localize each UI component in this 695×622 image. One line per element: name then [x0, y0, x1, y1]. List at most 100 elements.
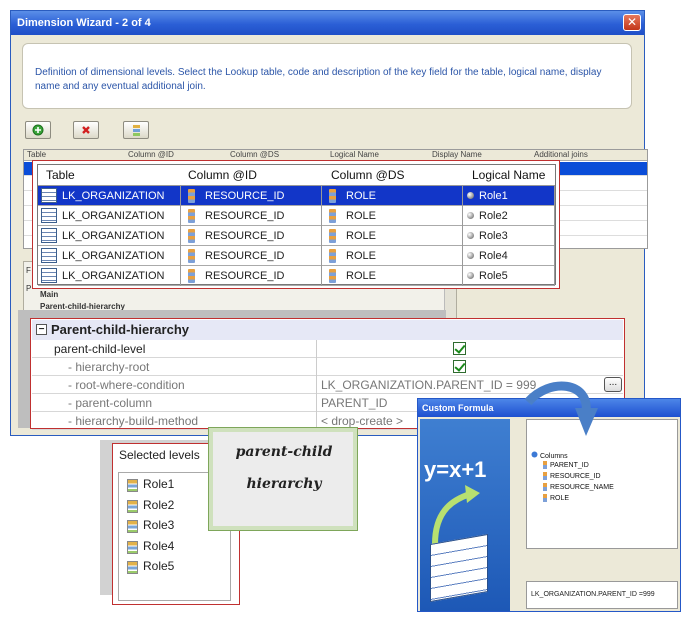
column-divider	[316, 358, 317, 376]
cell-text: Role3	[479, 230, 508, 242]
tab-label-p: P	[26, 284, 32, 293]
hierarchy-title: Parent-child-hierarchy	[51, 322, 189, 337]
table-cell-ds[interactable]: ROLE	[322, 226, 463, 246]
main-group[interactable]: Main	[40, 290, 58, 299]
property-label: parent-child-level	[54, 342, 146, 356]
table-cell-logical[interactable]: Role2	[463, 206, 555, 226]
cell-text: ROLE	[346, 270, 376, 282]
property-value[interactable]: PARENT_ID	[321, 394, 387, 412]
level-dot-icon	[467, 252, 474, 259]
tree-root[interactable]: Columns	[531, 451, 568, 460]
bg-header-joins: Additional joins	[534, 150, 588, 159]
table-cell-id[interactable]: RESOURCE_ID	[181, 246, 322, 266]
table-cell-ds[interactable]: ROLE	[322, 186, 463, 206]
formula-expression[interactable]: LK_ORGANIZATION.PARENT_ID =999	[526, 581, 678, 609]
cell-text: RESOURCE_ID	[205, 230, 285, 242]
column-divider	[316, 376, 317, 394]
bg-header-id: Column @ID	[128, 150, 174, 159]
table-cell-ds[interactable]: ROLE	[322, 266, 463, 286]
cell-text: Role2	[479, 210, 508, 222]
tree-item-label: ROLE	[550, 494, 570, 502]
column-icon	[329, 249, 336, 263]
add-icon	[32, 124, 44, 136]
delete-icon	[82, 126, 90, 134]
table-cell-logical[interactable]: Role5	[463, 266, 555, 286]
level-icon	[127, 499, 138, 513]
table-icon	[41, 248, 57, 263]
checkbox[interactable]	[453, 342, 466, 355]
tree-item[interactable]: RESOURCE_NAME	[543, 483, 614, 491]
cell-text: Role5	[479, 270, 508, 282]
table-row[interactable]: LK_ORGANIZATION RESOURCE_ID ROLE Role4	[38, 246, 555, 266]
property-label: - root-where-condition	[68, 378, 185, 392]
table-cell-id[interactable]: RESOURCE_ID	[181, 206, 322, 226]
callout-box: parent-child hierarchy	[208, 427, 358, 531]
levels-table-zoom: Table Column @ID Column @DS Logical Name…	[32, 160, 560, 289]
table-row[interactable]: LK_ORGANIZATION RESOURCE_ID ROLE Role1	[38, 186, 555, 206]
bg-header-ds: Column @DS	[230, 150, 280, 159]
tree-item[interactable]: RESOURCE_ID	[543, 472, 601, 480]
tree-item-label: RESOURCE_NAME	[550, 483, 614, 491]
column-icon	[543, 461, 547, 469]
level-label: Role1	[143, 477, 175, 491]
table-cell-id[interactable]: RESOURCE_ID	[181, 266, 322, 286]
table-cell-id[interactable]: RESOURCE_ID	[181, 186, 322, 206]
formula-editor-button[interactable]: ...	[604, 377, 622, 392]
close-icon[interactable]: ✕	[623, 14, 641, 31]
tree-item[interactable]: ROLE	[543, 494, 569, 502]
cell-text: RESOURCE_ID	[205, 270, 285, 282]
property-label: - parent-column	[68, 396, 153, 410]
table-cell-ds[interactable]: ROLE	[322, 246, 463, 266]
cell-text: LK_ORGANIZATION	[62, 230, 165, 242]
checkbox[interactable]	[453, 360, 466, 373]
database-icon	[531, 451, 538, 458]
table-cell-ds[interactable]: ROLE	[322, 206, 463, 226]
column-icon	[188, 229, 195, 243]
levels-button[interactable]	[123, 121, 149, 139]
column-icon	[188, 209, 195, 223]
collapse-icon[interactable]: −	[36, 324, 47, 335]
cell-text: Role1	[479, 190, 508, 202]
cell-text: ROLE	[346, 190, 376, 202]
levels-icon	[133, 125, 140, 136]
cell-text: RESOURCE_ID	[205, 210, 285, 222]
property-row[interactable]: parent-child-level	[32, 340, 623, 358]
levels-table: Table Column @ID Column @DS Logical Name…	[37, 164, 556, 286]
table-icon	[41, 208, 57, 223]
add-level-button[interactable]	[25, 121, 51, 139]
cell-text: LK_ORGANIZATION	[62, 190, 165, 202]
table-cell-table[interactable]: LK_ORGANIZATION	[38, 246, 181, 266]
wizard-description: Definition of dimensional levels. Select…	[22, 43, 632, 109]
cell-text: LK_ORGANIZATION	[62, 250, 165, 262]
header-column-id: Column @ID	[188, 168, 257, 182]
cell-text: LK_ORGANIZATION	[62, 210, 165, 222]
table-cell-logical[interactable]: Role3	[463, 226, 555, 246]
formula-banner: y=x+1	[420, 419, 510, 611]
bg-header-display: Display Name	[432, 150, 482, 159]
property-value[interactable]: LK_ORGANIZATION.PARENT_ID = 999	[321, 376, 536, 394]
table-row[interactable]: LK_ORGANIZATION RESOURCE_ID ROLE Role2	[38, 206, 555, 226]
table-cell-logical[interactable]: Role4	[463, 246, 555, 266]
property-label: - hierarchy-build-method	[68, 414, 199, 428]
table-cell-table[interactable]: LK_ORGANIZATION	[38, 266, 181, 286]
table-cell-table[interactable]: LK_ORGANIZATION	[38, 226, 181, 246]
level-dot-icon	[467, 272, 474, 279]
table-cell-table[interactable]: LK_ORGANIZATION	[38, 186, 181, 206]
delete-level-button[interactable]	[73, 121, 99, 139]
table-icon	[41, 188, 57, 203]
tree-item-label: PARENT_ID	[550, 461, 589, 469]
header-column-ds: Column @DS	[331, 168, 405, 182]
tree-item[interactable]: PARENT_ID	[543, 461, 589, 469]
spreadsheet-icon	[430, 533, 488, 603]
hierarchy-header[interactable]: − Parent-child-hierarchy	[32, 320, 623, 340]
table-row[interactable]: LK_ORGANIZATION RESOURCE_ID ROLE Role3	[38, 226, 555, 246]
column-divider	[316, 340, 317, 358]
table-cell-logical[interactable]: Role1	[463, 186, 555, 206]
cell-text: ROLE	[346, 210, 376, 222]
table-cell-table[interactable]: LK_ORGANIZATION	[38, 206, 181, 226]
table-row[interactable]: LK_ORGANIZATION RESOURCE_ID ROLE Role5	[38, 266, 555, 286]
column-icon	[329, 229, 336, 243]
table-cell-id[interactable]: RESOURCE_ID	[181, 226, 322, 246]
column-icon	[188, 189, 195, 203]
table-icon	[41, 268, 57, 283]
